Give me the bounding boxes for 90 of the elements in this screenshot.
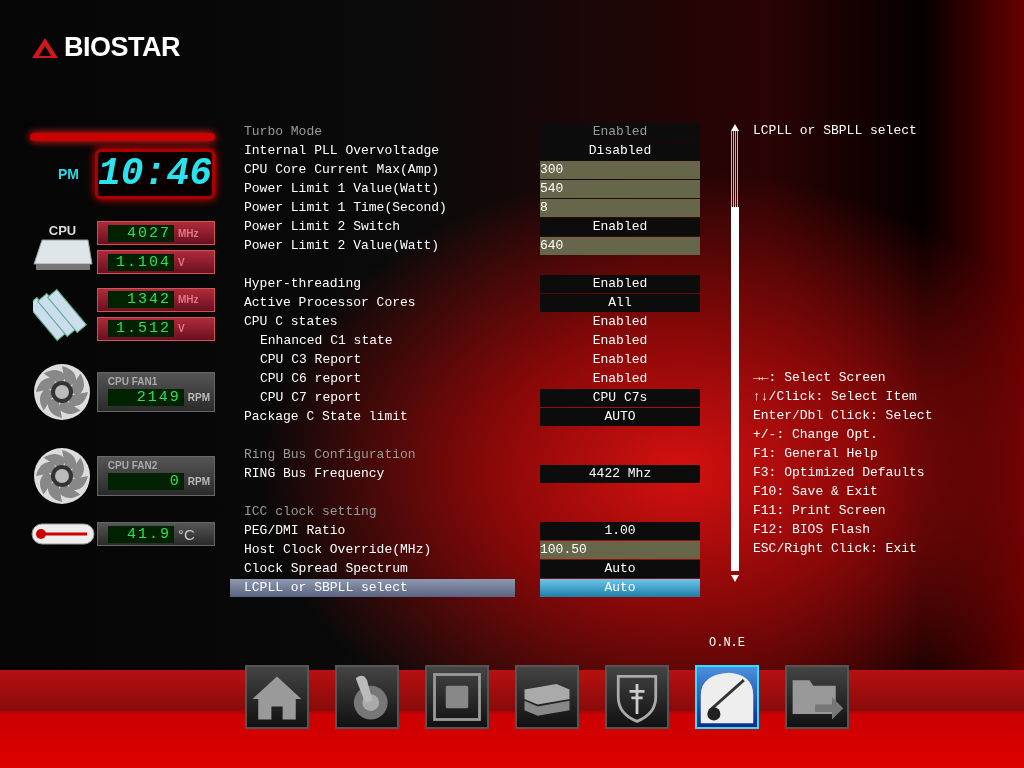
menu-tab[interactable] — [245, 665, 309, 729]
setting-value[interactable]: Enabled — [540, 274, 700, 293]
key-hint: F10: Save & Exit — [753, 483, 879, 501]
key-hint: +/-: Change Opt. — [753, 426, 879, 444]
key-hint: ESC/Right Click: Exit — [753, 540, 918, 558]
setting-value[interactable]: CPU C7s — [540, 388, 700, 407]
setting-label[interactable]: Host Clock Override(MHz) — [230, 540, 515, 559]
key-hint: F12: BIOS Flash — [753, 521, 872, 539]
setting-label[interactable]: Power Limit 2 Switch — [230, 217, 515, 236]
unit-label: V — [178, 323, 185, 334]
menu-tab[interactable] — [425, 665, 489, 729]
section-header: ICC clock setting — [243, 503, 378, 521]
unit-label: MHz — [178, 294, 199, 305]
key-hint: F11: Print Screen — [753, 502, 887, 520]
setting-value[interactable]: 1.00 — [540, 521, 700, 540]
lcd-value: 1342 — [108, 291, 174, 308]
unit-label: V — [178, 256, 185, 268]
setting-value[interactable]: 8 — [540, 198, 700, 217]
scroll-down-icon[interactable] — [731, 575, 739, 582]
setting-label[interactable]: Internal PLL Overvoltadge — [230, 141, 515, 160]
lcd-value: 2149 — [107, 389, 184, 406]
section-header: Ring Bus Configuration — [243, 446, 417, 464]
setting-value[interactable]: Enabled — [540, 331, 700, 350]
chip-icon — [433, 673, 481, 721]
menu-tab[interactable] — [605, 665, 669, 729]
key-hint: Enter/Dbl Click: Select — [753, 407, 934, 425]
unit-label: MHz — [178, 227, 199, 239]
folder-arrow-icon — [792, 680, 844, 720]
menu-tab[interactable] — [335, 665, 399, 729]
shield-icon — [616, 674, 658, 723]
fan-label: CPU FAN1 — [107, 376, 159, 387]
fan-icon — [32, 446, 93, 506]
menu-tab[interactable] — [515, 665, 579, 729]
setting-value[interactable]: Enabled — [540, 369, 700, 388]
thermometer-icon — [30, 523, 95, 545]
setting-value[interactable]: AUTO — [540, 407, 700, 426]
fan-label: CPU FAN2 — [107, 460, 159, 471]
key-hint: →←: Select Screen — [753, 369, 887, 387]
setting-value[interactable]: 640 — [540, 236, 700, 255]
am-pm-label: PM — [58, 166, 80, 182]
setting-label[interactable]: CPU C6 report — [230, 369, 515, 388]
setting-label[interactable]: Hyper-threading — [230, 274, 515, 293]
setting-value[interactable]: 4422 Mhz — [540, 464, 700, 483]
setting-value[interactable]: 300 — [540, 160, 700, 179]
setting-value[interactable]: 540 — [540, 179, 700, 198]
setting-label[interactable]: CPU C7 report — [230, 388, 515, 407]
speedometer-icon — [700, 672, 754, 724]
digital-clock: 10:46 — [94, 149, 215, 199]
setting-label[interactable]: Active Processor Cores — [230, 293, 515, 312]
help-title: LCPLL or SBPLL select — [753, 123, 918, 138]
setting-label[interactable]: LCPLL or SBPLL select — [230, 578, 515, 597]
lcd-value: 0 — [107, 473, 184, 490]
setting-label[interactable]: Enhanced C1 state — [230, 331, 515, 350]
setting-value[interactable]: All — [540, 293, 700, 312]
setting-label[interactable]: Package C State limit — [230, 407, 515, 426]
setting-value[interactable]: Enabled — [540, 312, 700, 331]
lcd-value: 41.9 — [108, 525, 174, 543]
drive-stack-icon — [524, 683, 570, 716]
key-hint: ↑↓/Click: Select Item — [753, 388, 918, 406]
unit-label: RPM — [187, 476, 210, 487]
tab-label: O.N.E — [709, 636, 745, 652]
setting-label[interactable]: CPU C3 Report — [230, 350, 515, 369]
setting-label[interactable]: PEG/DMI Ratio — [230, 521, 515, 540]
setting-value[interactable]: 100.50 — [540, 540, 700, 559]
setting-value[interactable]: Auto — [540, 559, 700, 578]
setting-label[interactable]: Power Limit 1 Time(Second) — [230, 198, 515, 217]
cpu-label: CPU — [48, 223, 77, 238]
setting-label[interactable]: Power Limit 1 Value(Watt) — [230, 179, 515, 198]
setting-label[interactable]: RING Bus Frequency — [230, 464, 515, 483]
setting-label[interactable]: Clock Spread Spectrum — [230, 559, 515, 578]
menu-tab[interactable] — [785, 665, 849, 729]
scrollbar[interactable] — [731, 131, 739, 571]
setting-value[interactable]: Disabled — [540, 141, 700, 160]
setting-label[interactable]: Power Limit 2 Value(Watt) — [230, 236, 515, 255]
setting-value[interactable]: Enabled — [540, 350, 700, 369]
lcd-value: 1.512 — [108, 320, 174, 337]
unit-label: RPM — [187, 392, 210, 403]
lcd-value: 4027 — [108, 224, 174, 242]
fan-icon — [32, 362, 93, 422]
key-hint: F1: General Help — [753, 445, 879, 463]
unit-label: °C — [178, 525, 195, 543]
joystick-icon — [353, 675, 388, 720]
setting-label[interactable]: CPU Core Current Max(Amp) — [230, 160, 515, 179]
setting-value[interactable]: Enabled — [540, 217, 700, 236]
setting-label[interactable]: CPU C states — [230, 312, 515, 331]
key-hint: F3: Optimized Defaults — [753, 464, 926, 482]
cpu-chip-icon — [31, 238, 94, 272]
house-icon — [252, 676, 302, 720]
lcd-value: 1.104 — [108, 253, 174, 271]
biostar-logo: BIOSTAR — [30, 32, 230, 63]
